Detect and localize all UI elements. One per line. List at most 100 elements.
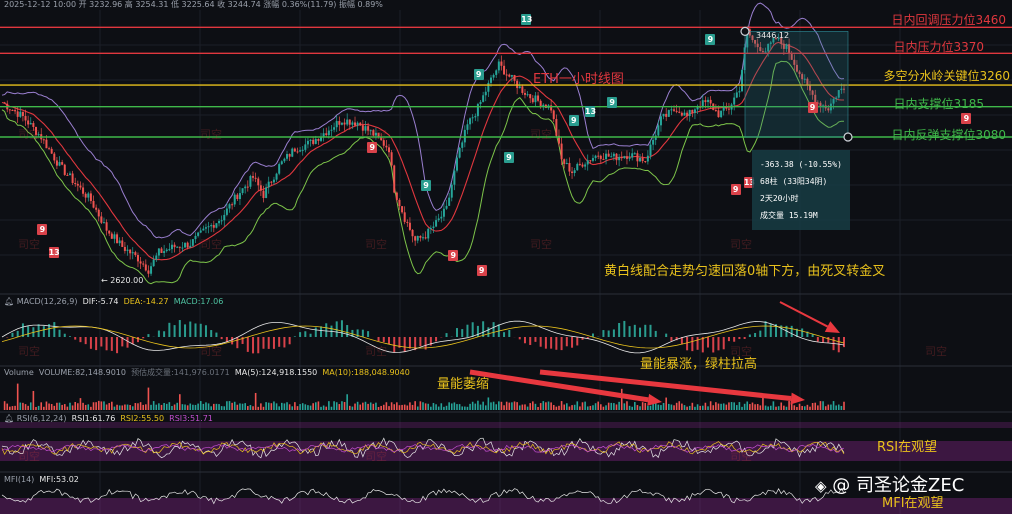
- bell-icon[interactable]: 🔔︎: [4, 414, 14, 423]
- volume-bar: [811, 402, 814, 410]
- volume-bar: [793, 405, 796, 410]
- macd-histogram-bar: [95, 337, 98, 351]
- volume-bar: [35, 406, 37, 410]
- macd-histogram-bar: [262, 337, 265, 349]
- volume-bar: [720, 403, 722, 410]
- volume-bar: [346, 394, 348, 410]
- candle-body: [233, 194, 236, 205]
- volume-bar: [218, 404, 220, 410]
- candle-body: [631, 153, 634, 158]
- candle-body: [139, 261, 142, 264]
- candle-body: [97, 209, 100, 217]
- candle-body: [257, 178, 260, 186]
- volume-bar: [406, 405, 409, 410]
- volume-bar: [299, 404, 301, 410]
- macd-histogram-bar: [110, 337, 113, 351]
- volume-bar: [294, 402, 296, 410]
- macd-histogram-bar: [769, 323, 772, 337]
- candle-body: [8, 109, 11, 111]
- volume-ma10-value: 188,048.9040: [353, 368, 410, 377]
- candle-body: [142, 263, 145, 265]
- volume-bar: [824, 406, 827, 410]
- bell-icon[interactable]: 🔔︎: [4, 297, 14, 306]
- volume-bar: [458, 404, 461, 410]
- candle-body: [291, 148, 294, 157]
- macd-histogram-bar: [168, 322, 171, 337]
- macd-histogram-bar: [11, 332, 14, 337]
- volume-bar: [733, 402, 735, 410]
- volume-surge-annotation: 量能暴涨，绿柱拉高: [640, 357, 758, 372]
- candle-body: [272, 179, 275, 183]
- watermark: 司空: [730, 450, 752, 463]
- candle-body: [53, 153, 56, 161]
- macd-histogram-bar: [607, 330, 610, 337]
- volume-bar: [348, 405, 351, 410]
- rsi-band: [0, 441, 1012, 461]
- volume-bar: [492, 401, 495, 410]
- volume-bar: [545, 402, 547, 410]
- volume-bar: [163, 402, 165, 410]
- candle-body: [534, 95, 537, 103]
- candle-body: [252, 176, 255, 178]
- candle-body: [680, 112, 683, 116]
- candle-body: [466, 124, 469, 130]
- candle-body: [707, 99, 710, 103]
- candle-body: [727, 108, 730, 110]
- candle-body: [123, 246, 126, 251]
- volume-bar: [584, 401, 586, 410]
- candle-body: [482, 95, 485, 102]
- candle-body: [220, 220, 223, 222]
- candle-body: [306, 140, 309, 145]
- candle-body: [738, 91, 741, 93]
- volume-bar: [328, 401, 330, 410]
- candle-body: [526, 94, 529, 96]
- volume-bar: [194, 404, 197, 410]
- mfi-header: MFI(14) MFI:53.02: [4, 475, 79, 484]
- candle-body: [427, 228, 430, 239]
- candle-body: [102, 222, 105, 224]
- candle-body: [238, 193, 241, 200]
- macd-histogram-bar: [84, 337, 87, 345]
- macd-histogram-bar: [790, 325, 793, 337]
- volume-bar: [830, 404, 832, 410]
- level-label-3370: 日内压力位3370: [893, 40, 984, 54]
- volume-bar: [189, 403, 192, 410]
- signal-badge-green: 13: [584, 106, 597, 118]
- volume-bar: [168, 402, 171, 410]
- macd-histogram-bar: [639, 327, 642, 337]
- volume-bar: [307, 405, 309, 410]
- watermark: 司空: [200, 238, 222, 251]
- volume-bar: [97, 400, 100, 410]
- volume-bar: [665, 397, 667, 410]
- volume-bar: [270, 403, 273, 410]
- candle-body: [555, 119, 558, 136]
- candle-body: [615, 153, 618, 161]
- candle-body: [393, 165, 396, 193]
- macd-histogram-bar: [314, 327, 317, 337]
- macd-histogram-bar: [63, 333, 66, 337]
- candle-body: [24, 116, 27, 121]
- macd-dea-value: -14.27: [142, 297, 169, 306]
- watermark: 司空: [18, 128, 40, 141]
- volume-bar: [320, 406, 322, 410]
- candle-body: [199, 230, 202, 233]
- volume-bar: [707, 406, 709, 410]
- macd-histogram-bar: [508, 329, 511, 337]
- candle-body: [741, 70, 744, 92]
- candle-body: [521, 86, 524, 93]
- volume-bar: [571, 405, 573, 410]
- candle-body: [565, 163, 568, 165]
- macd-histogram-bar: [142, 337, 145, 339]
- candle-body: [429, 227, 432, 229]
- signal-badge-green: 13: [521, 13, 533, 25]
- watermark: 司空: [365, 238, 387, 251]
- at-icon: @: [832, 475, 851, 496]
- volume-bar: [660, 405, 662, 410]
- macd-histogram-bar: [16, 330, 19, 337]
- candle-body: [735, 92, 738, 98]
- volume-bar: [837, 404, 840, 410]
- volume-bar: [228, 401, 231, 410]
- volume-bar: [333, 401, 335, 410]
- volume-bar: [92, 402, 95, 410]
- volume-bar: [343, 402, 346, 410]
